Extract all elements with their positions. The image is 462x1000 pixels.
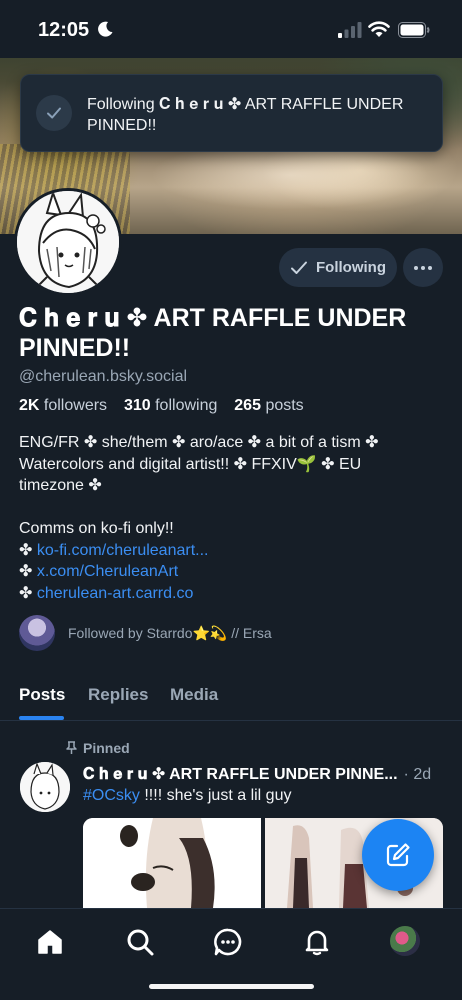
pinned-text: Pinned (83, 740, 130, 756)
compose-icon (386, 843, 410, 867)
follower-avatar (19, 615, 55, 651)
tab-posts[interactable]: Posts (19, 685, 65, 705)
active-tab-indicator (19, 716, 64, 720)
profile-tabs: Posts Replies Media (0, 676, 462, 721)
followed-by-row[interactable]: Followed by Starrdo⭐💫 // Ersa (19, 615, 272, 651)
home-indicator (149, 984, 314, 989)
posts-stat: 265 posts (234, 397, 303, 414)
profile-stats: 2K followers 310 following 265 posts (19, 397, 304, 415)
bio-link-carrd[interactable]: cherulean-art.carrd.co (37, 585, 194, 602)
check-icon (291, 261, 307, 274)
display-name: 𝐂 𝐡 𝐞 𝐫 𝐮 ✤ ART RAFFLE UNDER PINNED!! (19, 304, 407, 362)
tab-replies[interactable]: Replies (88, 685, 148, 705)
bio-line: Watercolors and digital artist!! ✤ FFXIV… (19, 455, 362, 473)
bio-link-x[interactable]: x.com/CheruleanArt (37, 563, 178, 580)
bio-link-row: ✤ x.com/CheruleanArt (19, 561, 439, 583)
posts-count: 265 (234, 397, 261, 414)
home-icon[interactable] (34, 926, 66, 958)
following-label: following (155, 397, 218, 414)
battery-icon (398, 22, 430, 38)
pin-icon (66, 741, 77, 754)
followers-count: 2K (19, 397, 40, 414)
status-bar: 12:05 (0, 0, 462, 58)
chat-icon[interactable] (212, 926, 244, 958)
avatar-artwork (17, 191, 119, 293)
bio-bullet: ✤ (19, 563, 37, 580)
more-options-button[interactable] (403, 248, 443, 287)
bio-line: ENG/FR ✤ she/them ✤ aro/ace ✤ a bit of a… (19, 434, 379, 451)
following-count: 310 (123, 397, 151, 414)
followers-label: followers (43, 397, 108, 414)
bio-link-row: ✤ cherulean-art.carrd.co (19, 583, 439, 605)
bell-icon[interactable] (301, 926, 333, 958)
search-icon[interactable] (124, 926, 156, 958)
signal-icon (338, 22, 362, 38)
check-icon (36, 95, 72, 131)
bio-link-kofi[interactable]: ko-fi.com/cheruleanart... (37, 542, 209, 559)
post-text: #OCsky !!!! she's just a lil guy (83, 787, 291, 805)
tab-media[interactable]: Media (170, 685, 218, 705)
followed-by-text: Followed by Starrdo⭐💫 // Ersa (68, 624, 272, 641)
status-time: 12:05 (38, 19, 90, 41)
profile-avatar[interactable] (14, 188, 122, 296)
following-toast: Following 𝐂 𝐡 𝐞 𝐫 𝐮 ✤ ART RAFFLE UNDER P… (20, 74, 443, 152)
following-button-label: Following (316, 259, 386, 276)
bio-line: timezone ✤ (19, 477, 102, 494)
bio-bullet: ✤ (19, 541, 37, 559)
pinned-label: Pinned (66, 740, 130, 756)
post-author-avatar[interactable] (20, 762, 70, 812)
compose-post-button[interactable] (362, 819, 434, 891)
bio-line: Comms on ko-fi only!! (19, 520, 174, 537)
profile-avatar-nav[interactable] (390, 926, 420, 956)
posts-label: posts (265, 397, 304, 414)
bio-line (19, 497, 439, 519)
post-author[interactable]: 𝐂 𝐡 𝐞 𝐫 𝐮 ✤ ART RAFFLE UNDER PINNE... (83, 764, 398, 784)
post-image-1[interactable] (83, 818, 261, 908)
toast-message: Following 𝐂 𝐡 𝐞 𝐫 𝐮 ✤ ART RAFFLE UNDER P… (87, 96, 404, 134)
post-header: 𝐂 𝐡 𝐞 𝐫 𝐮 ✤ ART RAFFLE UNDER PINNE... · 2… (83, 764, 448, 784)
following-stat[interactable]: 310 following (124, 397, 217, 414)
moon-icon (98, 21, 113, 37)
profile-bio: ENG/FR ✤ she/them ✤ aro/ace ✤ a bit of a… (19, 432, 439, 604)
bio-link-row: ✤ ko-fi.com/cheruleanart... (19, 540, 439, 562)
following-button[interactable]: Following (279, 248, 397, 287)
wifi-icon (368, 21, 390, 37)
profile-handle: @cherulean.bsky.social (19, 368, 188, 385)
followers-stat[interactable]: 2K followers (19, 397, 107, 414)
ellipsis-icon (414, 265, 432, 270)
post-body: !!!! she's just a lil guy (139, 787, 292, 804)
post-hashtag[interactable]: #OCsky (83, 787, 140, 804)
bio-bullet: ✤ (19, 584, 37, 602)
post-timestamp: · 2d (403, 766, 432, 783)
